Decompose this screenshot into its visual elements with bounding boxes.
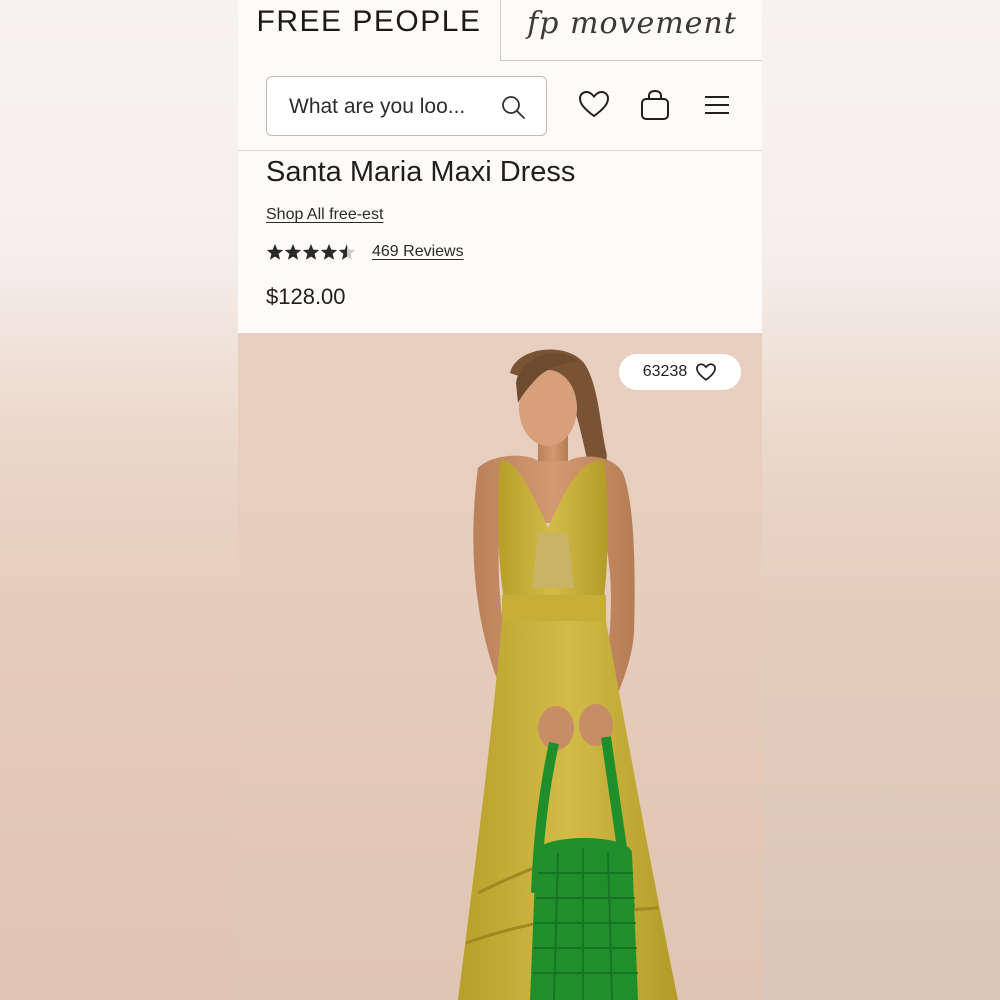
heart-icon xyxy=(696,363,717,381)
product-image[interactable]: 63238 xyxy=(238,333,762,1000)
hamburger-menu-icon[interactable] xyxy=(700,88,734,122)
background-blur-right xyxy=(762,0,1000,1000)
shop-all-link[interactable]: Shop All free-est xyxy=(266,206,383,224)
star-rating[interactable] xyxy=(266,242,358,262)
background-blur-left xyxy=(0,0,238,1000)
star-full-icon xyxy=(266,244,284,260)
product-title: Santa Maria Maxi Dress xyxy=(266,156,576,188)
model-photo xyxy=(458,349,678,1000)
star-full-icon xyxy=(284,244,302,260)
reviews-link[interactable]: 469 Reviews xyxy=(372,243,464,261)
search-toolbar xyxy=(238,62,762,150)
search-box[interactable] xyxy=(266,76,547,136)
star-full-icon xyxy=(302,244,320,260)
product-price: $128.00 xyxy=(266,284,346,309)
heart-icon[interactable] xyxy=(577,88,611,122)
mobile-page: FREE PEOPLE fp movement Santa Maria Maxi xyxy=(238,0,762,1000)
brand-header: FREE PEOPLE fp movement xyxy=(238,0,762,62)
brand-logo-fp-movement[interactable]: fp movement xyxy=(500,0,762,61)
rating-row: 469 Reviews xyxy=(266,240,464,264)
brand-logo-text: FREE PEOPLE xyxy=(256,5,482,38)
brand-movement-text: fp movement xyxy=(527,5,737,41)
search-input[interactable] xyxy=(287,91,491,123)
shopping-bag-icon[interactable] xyxy=(638,88,672,122)
star-full-icon xyxy=(320,244,338,260)
favorites-button[interactable]: 63238 xyxy=(619,354,741,390)
favorites-count: 63238 xyxy=(642,363,688,380)
brand-logo-free-people[interactable]: FREE PEOPLE xyxy=(238,0,500,62)
header-divider xyxy=(238,150,762,151)
search-icon[interactable] xyxy=(500,94,526,120)
